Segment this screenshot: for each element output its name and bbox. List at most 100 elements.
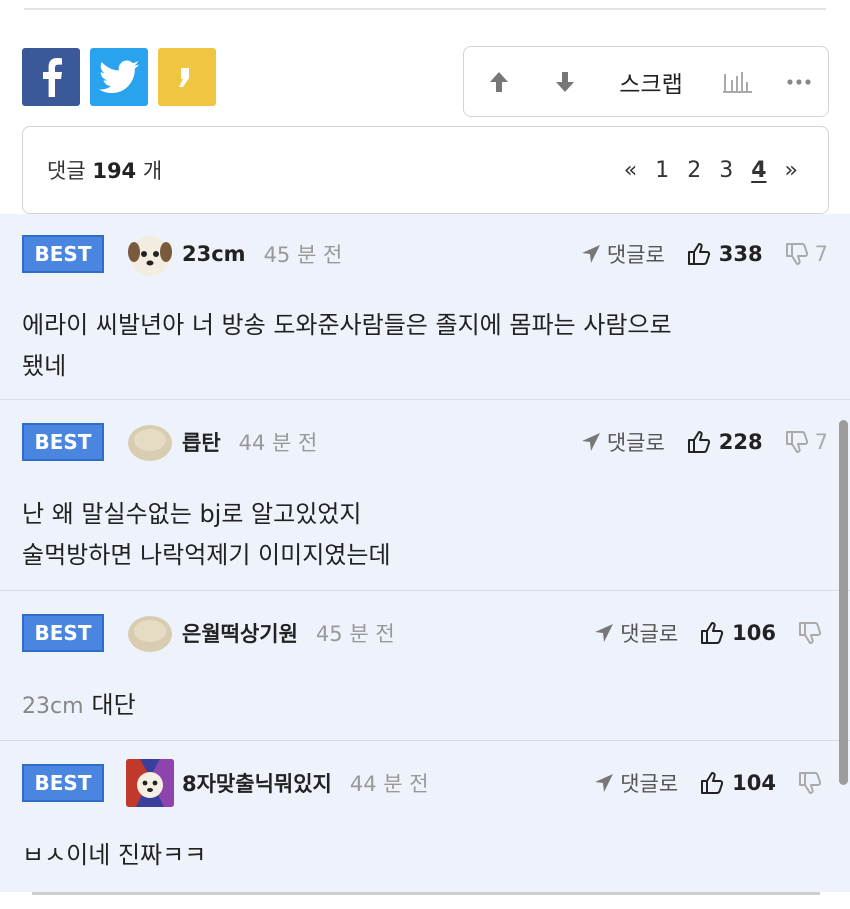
- reply-label: 댓글로: [620, 772, 679, 796]
- twitter-share-button[interactable]: [90, 48, 148, 106]
- dislike-count: 7: [814, 430, 828, 454]
- like-button[interactable]: 228: [687, 430, 763, 454]
- thumbs-down-icon: [785, 243, 808, 265]
- scrap-button[interactable]: 스크랩: [596, 47, 706, 116]
- dislike-button[interactable]: 7: [785, 430, 828, 454]
- comment-item: BEST 릅탄 44 분 전 댓글로 228 7 난 왜 말실수없는 bj로 알: [0, 400, 850, 591]
- pagination: « 1 2 3 4 »: [624, 158, 798, 183]
- reply-arrow-icon: [581, 433, 600, 451]
- avatar[interactable]: [126, 418, 174, 466]
- upvote-button[interactable]: [464, 47, 534, 116]
- reply-label: 댓글로: [606, 431, 665, 455]
- downvote-button[interactable]: [534, 47, 596, 116]
- reply-label: 댓글로: [620, 622, 679, 646]
- comment-header-row: BEST 은월떡상기원 45 분 전 댓글로 106: [22, 598, 828, 668]
- nickname[interactable]: 은월떡상기원: [182, 618, 298, 648]
- twitter-icon: [99, 60, 139, 93]
- reply-arrow-icon: [581, 245, 600, 263]
- comment-header-row: BEST 릅탄 44 분 전 댓글로 228 7: [22, 407, 828, 477]
- reply-button[interactable]: 댓글로: [581, 239, 665, 269]
- facebook-icon: [43, 58, 62, 97]
- nickname[interactable]: 릅탄: [182, 427, 221, 457]
- mention-tag[interactable]: 23cm: [22, 694, 84, 719]
- nickname[interactable]: 8자맞출닉뭐있지: [182, 768, 332, 798]
- page-3[interactable]: 3: [719, 158, 733, 183]
- stats-button[interactable]: [706, 47, 770, 116]
- dislike-button[interactable]: 7: [785, 242, 828, 266]
- thumbs-up-icon: [701, 772, 724, 794]
- reply-arrow-icon: [595, 624, 614, 642]
- comment-item: BEST 은월떡상기원 45 분 전 댓글로 106 23cm 대단: [0, 591, 850, 741]
- arrow-up-icon: [490, 71, 508, 92]
- comment-line: 됐네: [22, 352, 67, 380]
- page-2[interactable]: 2: [687, 158, 701, 183]
- reply-button[interactable]: 댓글로: [594, 618, 678, 648]
- timestamp: 45 분 전: [315, 622, 395, 646]
- dislike-button[interactable]: [798, 771, 828, 795]
- like-button[interactable]: 338: [687, 242, 763, 266]
- thumbs-down-icon: [799, 772, 822, 794]
- scrollbar[interactable]: [839, 420, 848, 785]
- nickname[interactable]: 23cm: [182, 242, 246, 266]
- timestamp: 45 분 전: [263, 243, 343, 267]
- like-button[interactable]: 104: [700, 771, 776, 795]
- comment-count-value: 194: [92, 159, 137, 183]
- page-4-current[interactable]: 4: [751, 158, 766, 183]
- reply-button[interactable]: 댓글로: [594, 768, 678, 798]
- bottom-divider: [32, 892, 820, 895]
- more-dots-icon: [787, 78, 811, 85]
- comment-line: 술먹방하면 나락억제기 이미지였는데: [22, 541, 391, 569]
- comment-header-row: BEST 8자맞출닉뭐있지 44 분 전 댓글로 104: [22, 748, 828, 818]
- comment-text: 에라이 씨발년아 너 방송 도와준사람들은 졸지에 몸파는 사람으로 됐네: [22, 305, 822, 387]
- bar-chart-icon: [723, 71, 752, 93]
- dislike-count: 7: [814, 242, 828, 266]
- comment-line: 에라이 씨발년아 너 방송 도와준사람들은 졸지에 몸파는 사람으로: [22, 311, 672, 339]
- top-divider: [24, 8, 826, 10]
- dislike-button[interactable]: [798, 621, 828, 645]
- kakaostory-icon: [179, 68, 189, 87]
- thumbs-up-icon: [701, 622, 724, 644]
- next-page-button[interactable]: »: [785, 158, 798, 183]
- best-badge: BEST: [22, 235, 104, 273]
- kakaostory-share-button[interactable]: [158, 48, 216, 106]
- avatar[interactable]: [126, 609, 174, 657]
- thumbs-up-icon: [687, 243, 710, 265]
- comment-line: 난 왜 말실수없는 bj로 알고있었지: [22, 500, 362, 528]
- timestamp: 44 분 전: [349, 772, 429, 796]
- timestamp: 44 분 전: [238, 431, 318, 455]
- comment-item: BEST 8자맞출닉뭐있지 44 분 전 댓글로 104 ㅂㅅ이네 진짜ㅋㅋ: [0, 741, 850, 892]
- comment-line: 대단: [91, 691, 136, 719]
- arrow-down-icon: [556, 71, 574, 92]
- thumbs-down-icon: [799, 622, 822, 644]
- best-badge: BEST: [22, 614, 104, 652]
- avatar[interactable]: [126, 759, 174, 807]
- reply-label: 댓글로: [606, 243, 665, 267]
- like-count: 228: [718, 430, 763, 454]
- comment-text: ㅂㅅ이네 진짜ㅋㅋ: [22, 835, 822, 876]
- comment-count-prefix: 댓글: [47, 159, 86, 183]
- best-badge: BEST: [22, 764, 104, 802]
- comment-text: 난 왜 말실수없는 bj로 알고있었지 술먹방하면 나락억제기 이미지였는데: [22, 494, 822, 576]
- page-1[interactable]: 1: [655, 158, 669, 183]
- facebook-share-button[interactable]: [22, 48, 80, 106]
- comment-count-suffix: 개: [142, 159, 163, 183]
- more-options-button[interactable]: [770, 47, 828, 116]
- comment-text: 23cm 대단: [22, 685, 822, 727]
- share-buttons: [22, 48, 216, 106]
- like-button[interactable]: 106: [700, 621, 776, 645]
- reply-button[interactable]: 댓글로: [581, 427, 665, 457]
- comment-count: 댓글 194 개: [47, 155, 162, 185]
- thumbs-up-icon: [687, 431, 710, 453]
- like-count: 106: [732, 621, 776, 645]
- comment-item: BEST 23cm 45 분 전 댓글로 338 7 에라이 씨발년아 너 방송…: [0, 214, 850, 400]
- comment-list: BEST 23cm 45 분 전 댓글로 338 7 에라이 씨발년아 너 방송…: [0, 214, 850, 892]
- comment-header: 댓글 194 개 « 1 2 3 4 »: [22, 126, 829, 214]
- best-badge: BEST: [22, 423, 104, 461]
- reply-arrow-icon: [595, 774, 614, 792]
- like-count: 338: [718, 242, 763, 266]
- like-count: 104: [732, 771, 776, 795]
- thumbs-down-icon: [785, 431, 808, 453]
- post-toolbar: 스크랩: [463, 46, 829, 117]
- prev-page-button[interactable]: «: [624, 158, 637, 183]
- avatar[interactable]: [126, 230, 174, 278]
